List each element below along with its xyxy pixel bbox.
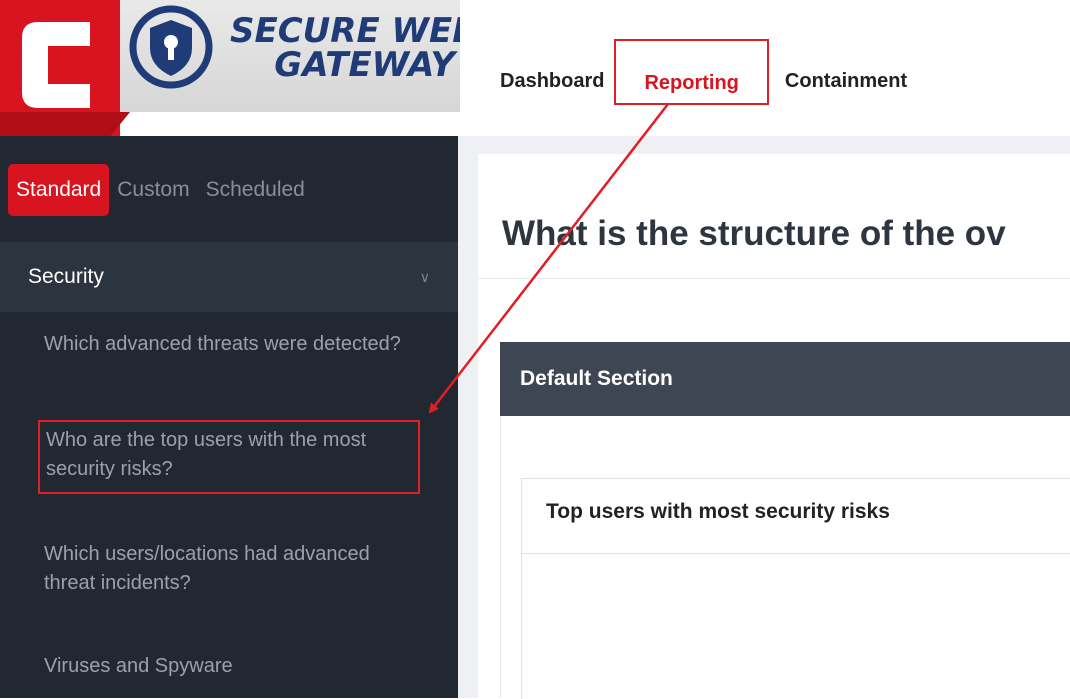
- brand-line-2: GATEWAY: [274, 45, 455, 85]
- nav-reporting[interactable]: Reporting: [614, 39, 769, 105]
- header: SECURE WEB GATEWAY Dashboard Reporting C…: [0, 0, 1070, 136]
- sidebar-item-top-users-risks[interactable]: Who are the top users with the most secu…: [38, 420, 420, 494]
- chevron-down-icon: ∨: [419, 268, 430, 285]
- tab-standard[interactable]: Standard: [8, 164, 110, 216]
- sidebar-section-label: Security: [28, 265, 104, 288]
- c-logo-icon: [22, 22, 90, 108]
- sidebar-item-viruses-spyware[interactable]: Viruses and Spyware: [44, 652, 414, 681]
- report-type-tabs: Standard Custom Scheduled: [8, 164, 313, 216]
- top-navigation: Dashboard Reporting Containment: [500, 39, 935, 106]
- logo[interactable]: SECURE WEB GATEWAY: [0, 0, 460, 136]
- title-divider: [478, 278, 1070, 279]
- tab-scheduled[interactable]: Scheduled: [198, 164, 313, 216]
- sidebar-item-users-locations-threats[interactable]: Which users/locations had advanced threa…: [44, 540, 414, 598]
- page-title: What is the structure of the ov: [502, 214, 1006, 253]
- sidebar-section-security[interactable]: Security ∨: [0, 242, 458, 312]
- nav-containment[interactable]: Containment: [785, 56, 907, 106]
- sidebar: Standard Custom Scheduled Security ∨ Whi…: [0, 136, 458, 698]
- sidebar-item-advanced-threats[interactable]: Which advanced threats were detected?: [44, 330, 414, 359]
- brand-wordmark: SECURE WEB GATEWAY: [230, 11, 460, 85]
- nav-dashboard[interactable]: Dashboard: [500, 56, 604, 106]
- tab-custom[interactable]: Custom: [109, 164, 197, 216]
- section-header[interactable]: Default Section: [500, 342, 1070, 416]
- report-card-divider: [521, 553, 1070, 554]
- shield-lock-icon: [129, 5, 213, 89]
- brand-line-1: SECURE WEB: [230, 11, 460, 51]
- report-card-title: Top users with most security risks: [546, 500, 890, 523]
